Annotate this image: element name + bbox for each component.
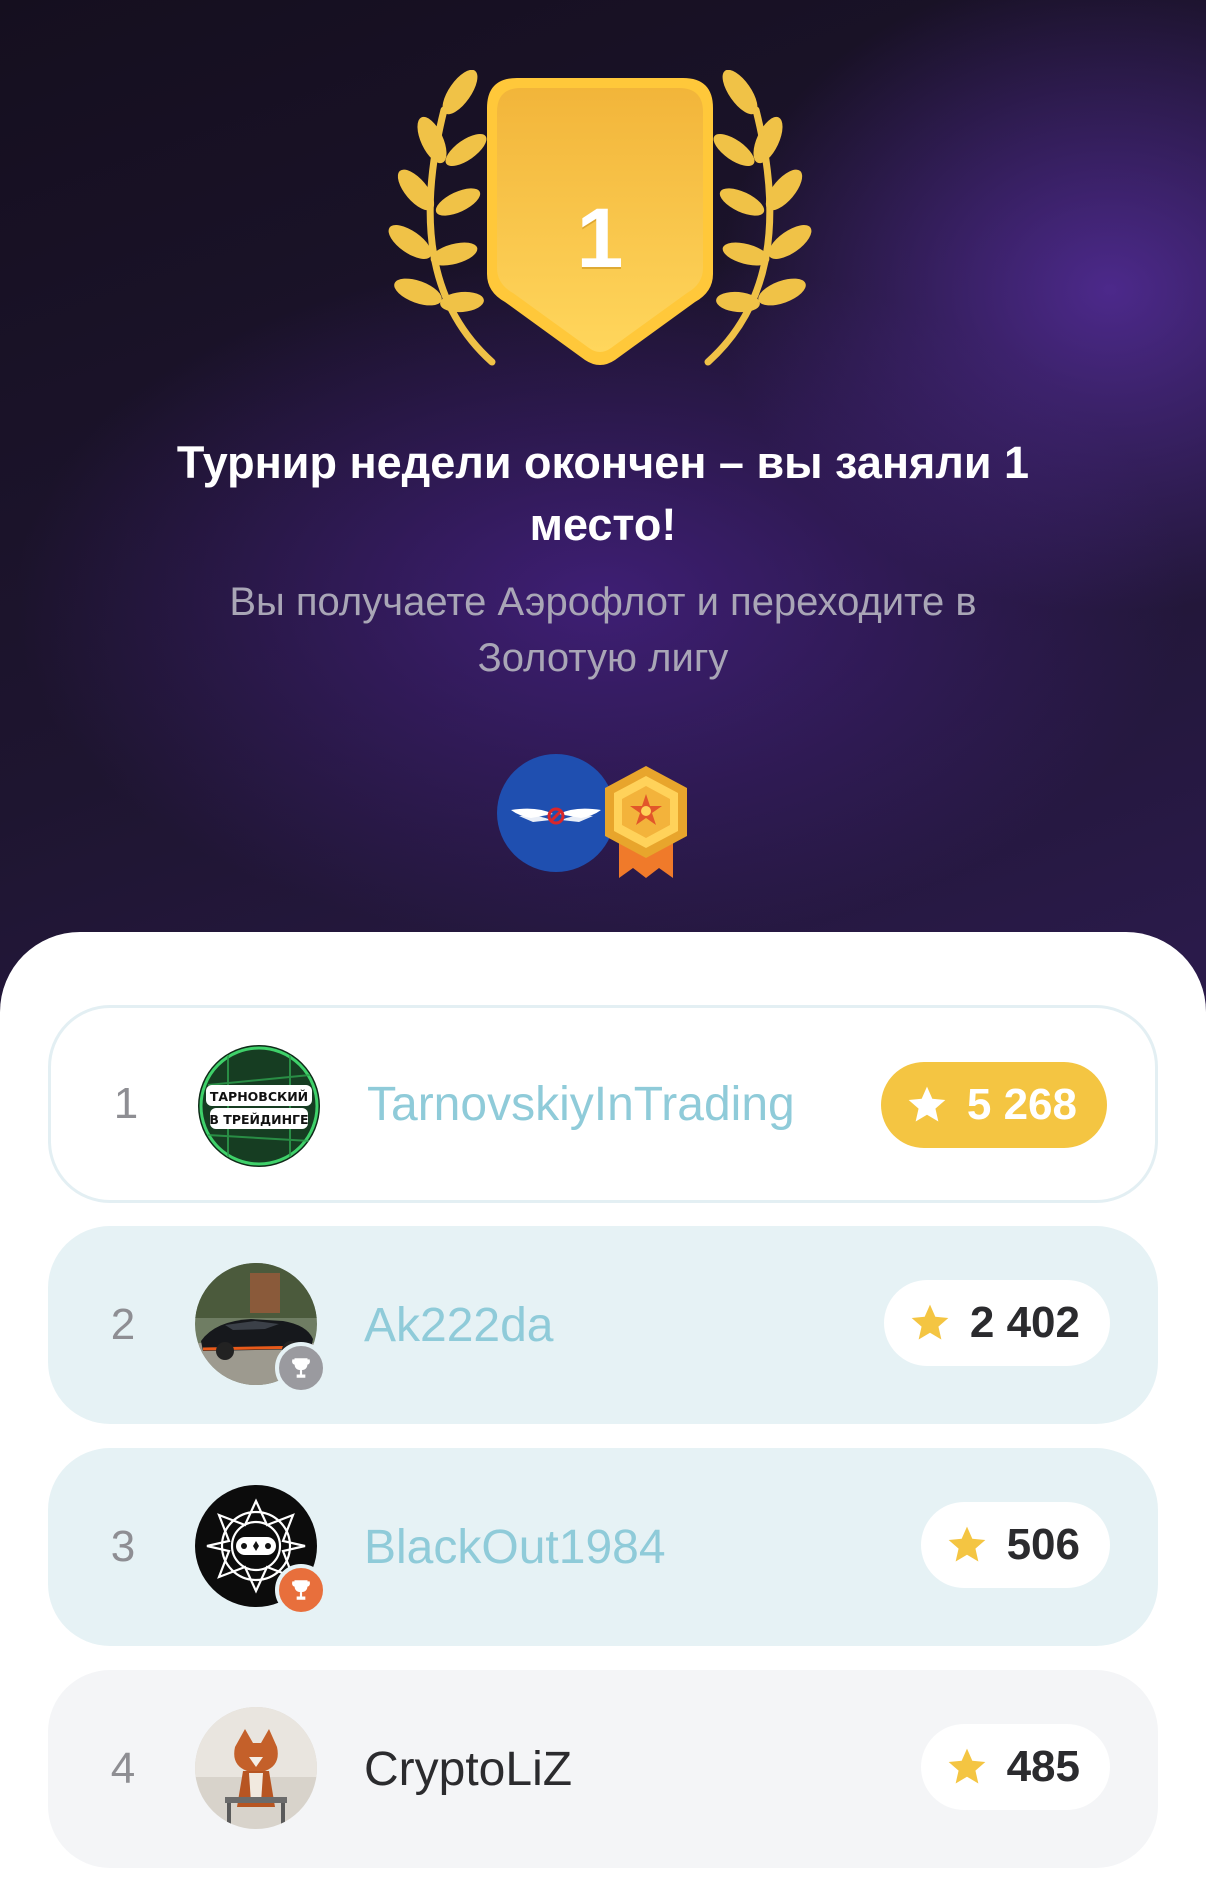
- laurel-left-icon: [388, 70, 496, 366]
- rank-badge: 1: [360, 60, 840, 370]
- rank-position: 3: [110, 1522, 136, 1571]
- leaderboard-row[interactable]: 1 ТАРНОВСКИЙ В ТРЕЙДИНГЕ TarnovskiyInTra…: [48, 1005, 1158, 1203]
- avatar-caption-1: ТАРНОВСКИЙ: [210, 1089, 308, 1104]
- score-value: 5 268: [966, 1080, 1077, 1129]
- result-hero: 1 Турнир недели окончен – вы заняли 1 ме…: [0, 0, 1206, 940]
- score-value: 506: [1006, 1520, 1080, 1569]
- laurel-right-icon: [704, 70, 812, 366]
- star-icon: [948, 1526, 985, 1562]
- username-link[interactable]: TarnovskiyInTrading: [367, 1008, 795, 1200]
- bronze-trophy-icon: [275, 1564, 327, 1616]
- result-headline: Турнир недели окончен – вы заняли 1 мест…: [176, 437, 1030, 550]
- score-badge: 506: [920, 1502, 1110, 1588]
- avatar[interactable]: ТАРНОВСКИЙ В ТРЕЙДИНГЕ: [198, 1045, 320, 1167]
- score-value: 485: [1006, 1742, 1080, 1791]
- star-icon: [948, 1748, 985, 1784]
- rank-position: 1: [113, 1079, 139, 1128]
- silver-trophy-icon: [275, 1342, 327, 1394]
- avatar-caption-2: В ТРЕЙДИНГЕ: [209, 1112, 308, 1127]
- result-subline: Вы получаете Аэрофлот и переходите в Зол…: [229, 580, 977, 680]
- gold-league-badge-icon: [605, 766, 687, 878]
- username-link[interactable]: BlackOut1984: [364, 1448, 666, 1646]
- rank-number: 1: [576, 191, 624, 285]
- star-icon: [911, 1304, 949, 1340]
- score-badge: 2 402: [883, 1280, 1110, 1366]
- star-icon: [908, 1086, 946, 1122]
- username-link[interactable]: CryptoLiZ: [364, 1670, 572, 1868]
- leaderboard-row[interactable]: 4 CryptoLiZ 485: [48, 1670, 1158, 1868]
- username-link[interactable]: Ak222da: [364, 1226, 554, 1424]
- leaderboard-row[interactable]: 3 BlackOut1984 506: [48, 1448, 1158, 1646]
- leaderboard-sheet: 1 ТАРНОВСКИЙ В ТРЕЙДИНГЕ TarnovskiyInTra…: [0, 932, 1206, 1877]
- rank-position: 4: [110, 1744, 136, 1793]
- leaderboard-row[interactable]: 2 Ak222da 2 402: [48, 1226, 1158, 1424]
- score-value: 2 402: [969, 1298, 1080, 1347]
- rewards-group: [497, 752, 697, 882]
- rank-position: 2: [110, 1300, 136, 1349]
- avatar[interactable]: [195, 1707, 317, 1829]
- score-badge: 485: [920, 1724, 1110, 1810]
- score-badge: 5 268: [880, 1062, 1107, 1148]
